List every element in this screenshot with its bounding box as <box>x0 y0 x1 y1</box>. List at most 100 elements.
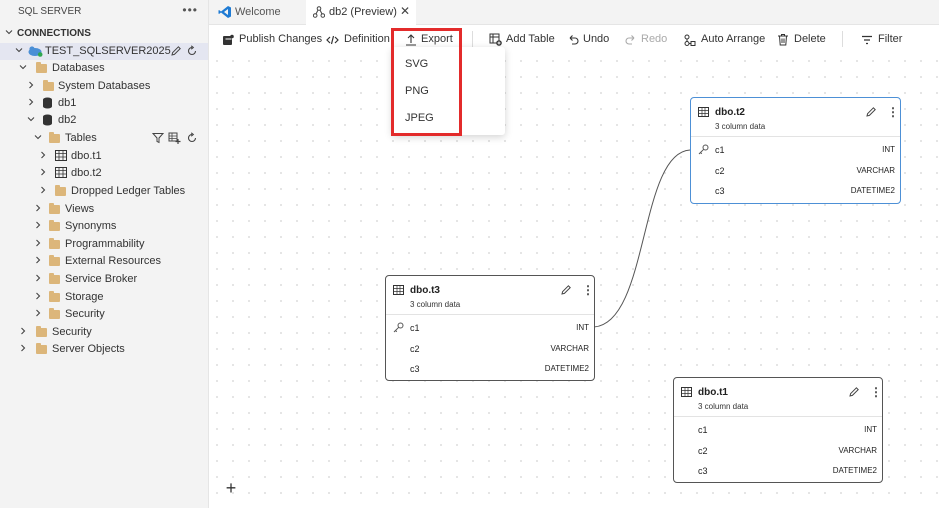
column-type: INT <box>576 323 589 332</box>
table-card-dbo-t1[interactable]: dbo.t1 3 column data ⋮ c1 INT c2 VARCHAR… <box>673 377 883 483</box>
tree-item-label: Dropped Ledger Tables <box>71 185 186 197</box>
chevron-right-icon <box>41 168 46 176</box>
table-card-dbo-t2[interactable]: dbo.t2 3 column data ⋮ c1 INT c2 VARCHAR… <box>690 97 901 204</box>
tab-db2-preview[interactable]: db2 (Preview) ✕ <box>306 0 416 25</box>
tree-item-db1[interactable]: db1 <box>0 95 208 112</box>
tree-item-security-db[interactable]: Security <box>0 306 208 323</box>
close-icon[interactable]: ✕ <box>400 4 410 18</box>
tree-item-programmability[interactable]: Programmability <box>0 236 208 253</box>
chevron-right-icon <box>36 292 41 300</box>
tab-welcome[interactable]: Welcome <box>209 0 306 24</box>
vscode-icon <box>218 6 231 18</box>
auto-arrange-button[interactable]: Auto Arrange <box>684 32 766 48</box>
connections-section-header[interactable]: CONNECTIONS <box>0 26 208 42</box>
export-label: Export <box>421 33 453 45</box>
column-name: c1 <box>715 145 725 155</box>
column-type: DATETIME2 <box>544 364 589 373</box>
tree-item-system-databases[interactable]: System Databases <box>0 78 208 95</box>
tree-item-security[interactable]: Security <box>0 324 208 341</box>
chevron-right-icon <box>36 204 41 212</box>
folder-icon <box>55 185 66 196</box>
table-more-icon[interactable]: ⋮ <box>582 283 594 297</box>
table-more-icon[interactable]: ⋮ <box>887 105 899 119</box>
column-type: VARCHAR <box>838 446 877 455</box>
folder-icon <box>49 238 60 249</box>
column-row[interactable]: c3 DATETIME2 <box>386 359 594 380</box>
card-divider <box>691 136 900 137</box>
tree-item-dropped-ledger-tables[interactable]: Dropped Ledger Tables <box>0 183 208 200</box>
tree-item-label: db2 <box>58 114 77 126</box>
folder-icon <box>36 343 47 354</box>
tree-item-views[interactable]: Views <box>0 201 208 218</box>
column-row[interactable]: c1 INT <box>691 140 900 161</box>
tree-item-db2[interactable]: db2 <box>0 112 208 129</box>
column-row[interactable]: c2 VARCHAR <box>386 339 594 360</box>
database-icon <box>43 97 52 109</box>
filter-button[interactable]: Filter <box>861 32 903 48</box>
export-jpeg-option[interactable]: JPEG <box>405 112 434 124</box>
export-svg-option[interactable]: SVG <box>405 58 428 70</box>
code-icon <box>326 35 339 45</box>
chevron-right-icon <box>21 344 26 352</box>
trash-icon <box>778 34 788 46</box>
chevron-right-icon <box>29 98 34 106</box>
table-card-dbo-t3[interactable]: dbo.t3 3 column data ⋮ c1 INT c2 VARCHAR… <box>385 275 595 381</box>
folder-icon <box>49 220 60 231</box>
definition-button[interactable]: Definition <box>326 32 390 48</box>
refresh-icon[interactable] <box>186 132 198 144</box>
filter-icon[interactable] <box>152 132 164 144</box>
sidebar-title: SQL SERVER <box>18 6 82 17</box>
server-connected-icon <box>28 46 43 57</box>
column-type: INT <box>882 145 895 154</box>
table-subtitle: 3 column data <box>715 122 766 131</box>
redo-button[interactable]: Redo <box>625 32 667 48</box>
column-row[interactable]: c2 VARCHAR <box>674 441 882 462</box>
add-table-icon <box>489 33 502 46</box>
column-name: c2 <box>410 344 420 354</box>
tree-item-external-resources[interactable]: External Resources <box>0 253 208 270</box>
tree-item-synonyms[interactable]: Synonyms <box>0 218 208 235</box>
export-png-option[interactable]: PNG <box>405 85 429 97</box>
chevron-right-icon <box>41 151 46 159</box>
table-more-icon[interactable]: ⋮ <box>870 385 882 399</box>
toolbar-separator <box>842 31 843 47</box>
edit-table-icon[interactable] <box>560 284 572 296</box>
refresh-icon[interactable] <box>186 45 198 57</box>
chevron-right-icon <box>21 327 26 335</box>
tree-item-dbo-t2[interactable]: dbo.t2 <box>0 165 208 182</box>
tree-item-databases[interactable]: Databases <box>0 60 208 77</box>
publish-changes-button[interactable]: Publish Changes <box>222 32 322 48</box>
edit-table-icon[interactable] <box>865 106 877 118</box>
tree-item-label: Service Broker <box>65 273 138 285</box>
column-type: VARCHAR <box>856 166 895 175</box>
undo-button[interactable]: Undo <box>567 32 609 48</box>
edit-table-icon[interactable] <box>848 386 860 398</box>
tree-item-server-objects[interactable]: Server Objects <box>0 341 208 358</box>
tree-item-label: dbo.t1 <box>71 150 102 162</box>
column-row[interactable]: c1 INT <box>674 420 882 441</box>
zoom-in-button[interactable]: + <box>221 478 241 498</box>
table-icon <box>681 387 692 397</box>
connections-label: CONNECTIONS <box>17 28 91 39</box>
folder-icon <box>49 203 60 214</box>
column-row[interactable]: c2 VARCHAR <box>691 161 900 182</box>
column-type: VARCHAR <box>550 344 589 353</box>
export-button[interactable]: Export <box>405 32 455 48</box>
delete-button[interactable]: Delete <box>777 32 827 48</box>
more-actions-icon[interactable]: ••• <box>182 3 198 17</box>
new-table-icon[interactable] <box>168 132 181 144</box>
tree-item-dbo-t1[interactable]: dbo.t1 <box>0 148 208 165</box>
column-row[interactable]: c3 DATETIME2 <box>691 181 900 202</box>
tree-item-tables[interactable]: Tables <box>0 130 208 147</box>
folder-icon <box>49 308 60 319</box>
edit-connection-icon[interactable] <box>170 45 182 57</box>
auto-arrange-label: Auto Arrange <box>701 33 766 45</box>
chevron-down-icon <box>19 65 27 70</box>
server-node[interactable]: TEST_SQLSERVER2025 <box>0 43 208 60</box>
tree-item-service-broker[interactable]: Service Broker <box>0 271 208 288</box>
column-row[interactable]: c1 INT <box>386 318 594 339</box>
column-row[interactable]: c3 DATETIME2 <box>674 461 882 482</box>
tree-item-storage[interactable]: Storage <box>0 289 208 306</box>
chevron-right-icon <box>36 309 41 317</box>
add-table-button[interactable]: Add Table <box>489 32 555 48</box>
